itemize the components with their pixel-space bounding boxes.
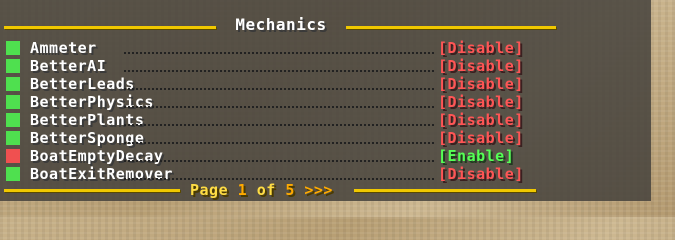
page-total: 5 — [285, 181, 295, 199]
enabled-status-icon — [6, 59, 20, 73]
feature-name: Ammeter — [30, 39, 97, 57]
title-row: Mechanics — [4, 15, 556, 38]
disabled-status-icon — [6, 149, 20, 163]
next-page-button[interactable]: >>> — [304, 181, 333, 199]
feature-row: BetterSponge [Disable] — [6, 129, 546, 147]
dotted-leader — [124, 124, 434, 126]
feature-row: BetterPhysics [Disable] — [6, 93, 546, 111]
feature-row: BetterLeads [Disable] — [6, 75, 546, 93]
feature-row: BetterPlants [Disable] — [6, 111, 546, 129]
footer-right-rule — [354, 189, 536, 192]
enabled-status-icon — [6, 77, 20, 91]
pagination-row: Page 1 of 5 >>> — [4, 180, 544, 200]
feature-row: Ammeter [Disable] — [6, 39, 546, 57]
dotted-leader — [124, 88, 434, 90]
panel-title: Mechanics — [235, 15, 327, 34]
feature-name: BetterPhysics — [30, 93, 154, 111]
dotted-leader — [124, 160, 434, 162]
dotted-leader — [124, 106, 434, 108]
enable-button[interactable]: [Enable] — [438, 147, 514, 165]
feature-row: BetterAI [Disable] — [6, 57, 546, 75]
enabled-status-icon — [6, 95, 20, 109]
feature-row: BoatEmptyDecay [Enable] — [6, 147, 546, 165]
page-current: 1 — [237, 181, 248, 199]
dotted-leader — [124, 70, 434, 72]
disable-button[interactable]: [Disable] — [438, 129, 524, 147]
disable-button[interactable]: [Disable] — [438, 39, 524, 57]
feature-name: BetterLeads — [30, 75, 135, 93]
disable-button[interactable]: [Disable] — [438, 93, 524, 111]
enabled-status-icon — [6, 41, 20, 55]
feature-name: BetterAI — [30, 57, 107, 75]
disable-button[interactable]: [Disable] — [438, 111, 524, 129]
dotted-leader — [124, 142, 434, 144]
feature-name: BoatEmptyDecay — [30, 147, 164, 165]
footer-left-rule — [4, 189, 180, 192]
feature-list: Ammeter [Disable] BetterAI [Disable] BetterL… — [6, 39, 546, 183]
title-right-rule — [346, 26, 556, 29]
enabled-status-icon — [6, 131, 20, 145]
disable-button[interactable]: [Disable] — [438, 75, 524, 93]
dotted-leader — [124, 52, 434, 54]
page-separator: of — [256, 181, 276, 199]
page-label: Page — [190, 181, 229, 199]
enabled-status-icon — [6, 167, 20, 181]
feature-name: BetterPlants — [30, 111, 145, 129]
title-left-rule — [4, 26, 216, 29]
disable-button[interactable]: [Disable] — [438, 57, 524, 75]
enabled-status-icon — [6, 113, 20, 127]
chat-panel: Mechanics Ammeter [Disable] BetterAI [Disab… — [0, 0, 651, 201]
page-indicator: Page 1 of 5 >>> — [190, 180, 333, 200]
feature-name: BetterSponge — [30, 129, 145, 147]
